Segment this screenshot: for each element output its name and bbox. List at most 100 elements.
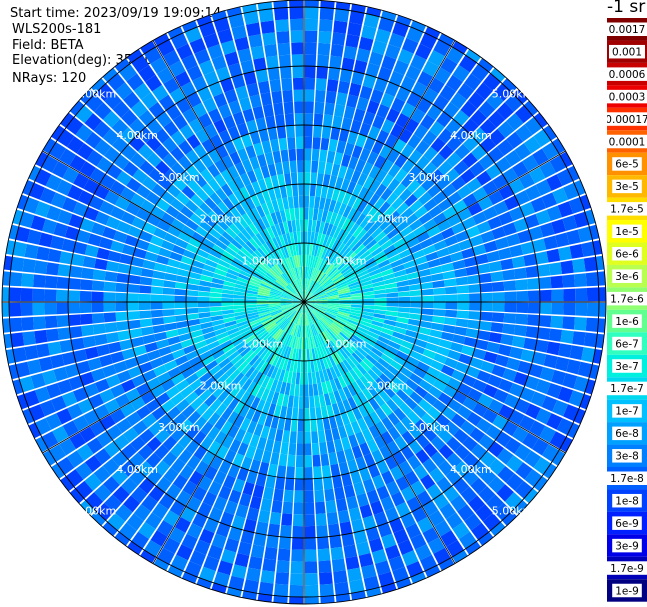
ppi-gate bbox=[174, 295, 187, 302]
ppi-gate bbox=[483, 240, 498, 253]
ppi-gate bbox=[284, 418, 292, 431]
ppi-gate bbox=[294, 384, 300, 397]
ppi-gate bbox=[296, 443, 304, 456]
ppi-gate bbox=[480, 311, 493, 322]
ppi-gate bbox=[94, 258, 108, 270]
ppi-gate bbox=[44, 289, 57, 302]
ppi-gate bbox=[96, 344, 111, 357]
ppi-gate bbox=[138, 293, 151, 302]
ppi-gate bbox=[320, 453, 330, 467]
ppi-gate bbox=[163, 316, 176, 324]
ppi-gate bbox=[469, 302, 481, 311]
ppi-gate bbox=[550, 275, 564, 289]
ppi-gate bbox=[307, 219, 313, 232]
ppi-gate bbox=[442, 324, 456, 334]
ppi-gate bbox=[444, 286, 458, 295]
colorbar-tick-label: 0.0003 bbox=[609, 91, 646, 103]
ppi-gate bbox=[186, 290, 199, 297]
ppi-gate bbox=[575, 302, 588, 316]
ppi-gate bbox=[336, 498, 348, 512]
ppi-gate bbox=[486, 250, 501, 263]
ppi-gate bbox=[284, 173, 292, 186]
ppi-gate bbox=[445, 302, 458, 310]
ppi-gate bbox=[334, 8, 350, 23]
ppi-gate bbox=[432, 316, 445, 324]
ppi-gate bbox=[115, 282, 128, 293]
ppi-gate bbox=[334, 486, 346, 500]
ppi-gate bbox=[267, 67, 280, 81]
ppi-gate bbox=[304, 219, 309, 232]
ppi-gate bbox=[150, 302, 163, 310]
ppi-gate bbox=[221, 305, 234, 311]
ppi-gate bbox=[408, 313, 422, 321]
ppi-gate bbox=[128, 274, 141, 285]
ppi-gate bbox=[162, 309, 175, 317]
ppi-gate bbox=[318, 430, 326, 443]
ppi-gate bbox=[139, 285, 152, 294]
ppi-gate bbox=[186, 302, 198, 308]
ppi-gate bbox=[151, 317, 165, 326]
ppi-gate bbox=[353, 481, 366, 496]
ppi-gate bbox=[574, 317, 587, 331]
ppi-gate bbox=[298, 184, 304, 196]
ppi-gate bbox=[81, 267, 95, 280]
ppi-gate bbox=[562, 316, 575, 330]
ppi-gate bbox=[275, 114, 285, 128]
ppi-gate bbox=[324, 488, 335, 502]
ppi-gate bbox=[409, 307, 422, 314]
ppi-gate bbox=[34, 329, 48, 344]
ppi-gate bbox=[374, 293, 387, 299]
ppi-gate bbox=[431, 273, 444, 282]
ppi-gate bbox=[323, 476, 333, 490]
ppi-gate bbox=[516, 302, 529, 314]
ppi-gate bbox=[293, 89, 304, 102]
ppi-gate bbox=[297, 172, 304, 185]
colorbar-tick-label: 1e-7 bbox=[615, 406, 639, 418]
ppi-gate bbox=[282, 161, 290, 174]
ppi-gate bbox=[295, 455, 304, 468]
ppi-gate bbox=[174, 302, 187, 309]
colorbar-tick-label: 1e-6 bbox=[615, 316, 639, 328]
ppi-gate bbox=[162, 287, 175, 295]
ppi-gate bbox=[304, 195, 310, 208]
ppi-gate bbox=[117, 330, 131, 341]
ppi-gate bbox=[297, 431, 304, 444]
ppi-gate bbox=[47, 341, 62, 356]
ppi-gate bbox=[569, 244, 584, 259]
ppi-gate bbox=[315, 501, 326, 515]
ppi-gate bbox=[281, 513, 293, 526]
ppi-gate bbox=[258, 581, 274, 596]
ppi-gate bbox=[560, 260, 574, 275]
ppi-gate bbox=[314, 489, 325, 503]
ppi-gate bbox=[296, 148, 304, 161]
ppi-gate bbox=[456, 310, 469, 319]
ppi-gate bbox=[315, 184, 323, 198]
ppi-gate bbox=[91, 280, 105, 291]
ppi-gate bbox=[324, 429, 333, 442]
ppi-gate bbox=[290, 172, 298, 185]
ppi-gate bbox=[527, 290, 540, 302]
colorbar-tick-label: 6e-5 bbox=[615, 159, 639, 171]
ring-label: 5.00km bbox=[75, 505, 117, 518]
ppi-gate bbox=[162, 302, 175, 309]
ppi-gate bbox=[324, 162, 333, 175]
ppi-gate bbox=[186, 283, 200, 291]
ppi-gate bbox=[96, 247, 111, 260]
ppi-gate bbox=[569, 345, 584, 360]
ppi-gate bbox=[304, 419, 311, 432]
ppi-gate bbox=[572, 331, 586, 346]
ppi-gate bbox=[337, 80, 350, 95]
ppi-gate bbox=[280, 149, 289, 163]
ppi-gate bbox=[267, 523, 280, 537]
ppi-gate bbox=[477, 263, 491, 274]
ppi-gate bbox=[164, 322, 177, 331]
ppi-gate bbox=[443, 317, 457, 326]
ppi-gate bbox=[304, 18, 318, 31]
ppi-gate bbox=[44, 302, 57, 315]
ppi-gate bbox=[304, 66, 316, 79]
ppi-gate bbox=[308, 207, 314, 220]
ppi-gate bbox=[317, 42, 331, 56]
ppi-gate bbox=[56, 289, 69, 302]
ppi-gate bbox=[319, 441, 328, 455]
ppi-gate bbox=[304, 125, 313, 137]
